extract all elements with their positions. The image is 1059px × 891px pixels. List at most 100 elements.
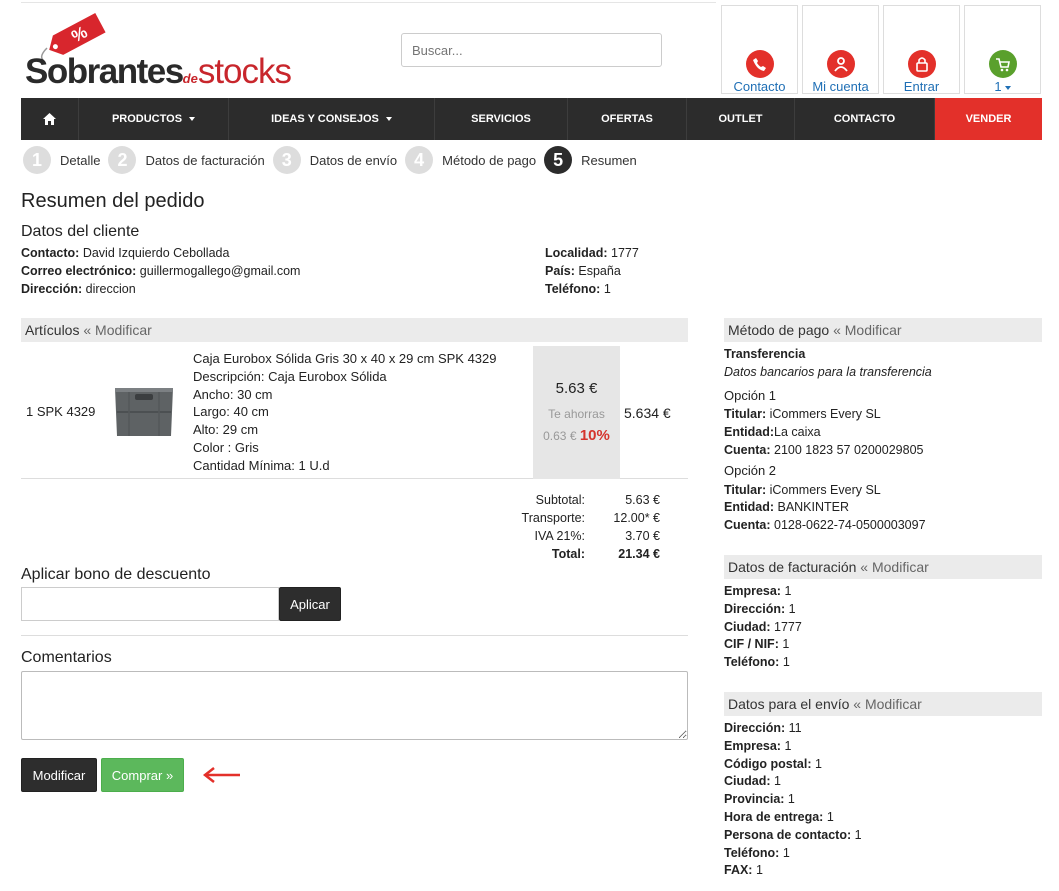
shipping-modify-link[interactable]: « Modificar [853,696,921,712]
payment-heading: Método de pago [728,322,830,338]
field-value: 1 [784,738,792,753]
payment-note: Datos bancarios para la transferencia [724,364,932,379]
article-qty-ref: 1 SPK 4329 [26,404,96,419]
customer-pais: País: España [545,262,639,280]
field-value: 1 [854,827,862,842]
field-label: Empresa: [724,738,781,753]
logo-text-de: de [182,71,198,86]
step-pago[interactable]: 4 Método de pago [405,146,536,174]
field-label: CIF / NIF: [724,637,779,652]
article-row: 1 SPK 4329 Caja Eurobox Sólida Gris 30 x… [21,346,688,479]
nav-home[interactable] [21,98,79,140]
article-cantidad: Cantidad Mínima: 1 U.d [193,457,330,473]
buy-button[interactable]: Comprar » [101,758,184,792]
step-number: 5 [544,146,573,174]
field-label: Provincia: [724,792,785,807]
step-number: 1 [23,146,51,174]
billing-header: Datos de facturación « Modificar [724,555,1042,579]
main-nav: PRODUCTOS IDEAS Y CONSEJOS SERVICIOS OFE… [21,98,1042,140]
field-label: Ciudad: [724,619,771,634]
quick-link-contacto[interactable]: Contacto [721,5,798,94]
nav-contacto[interactable]: CONTACTO [795,98,935,140]
search-input[interactable] [401,33,662,67]
totals-label: Total: [551,547,585,561]
customer-telefono: Teléfono: 1 [545,280,639,298]
totals-row-iva: IVA 21%: 3.70 € [500,527,661,545]
step-label: Datos de facturación [145,152,265,168]
field-value: 1 [782,637,790,652]
totals-row-subtotal: Subtotal: 5.63 € [500,491,660,509]
customer-info-left: Contacto: David Izquierdo Cebollada Corr… [21,244,300,298]
article-save-percent: 10% [579,427,610,444]
payment-header: Método de pago « Modificar [724,318,1042,342]
billing-row: Dirección: 1 [724,601,802,619]
quick-link-entrar[interactable]: Entrar [883,5,960,94]
cart-count: 1 [965,79,1040,94]
top-divider [21,2,716,3]
articles-modify-link[interactable]: « Modificar [83,322,151,338]
nav-servicios[interactable]: SERVICIOS [435,98,568,140]
logo-text-main: Sobrantes [25,52,184,91]
billing-row: CIF / NIF: 1 [724,636,802,654]
payment-cuenta-1: Cuenta: 2100 1823 57 0200029805 [724,442,932,460]
quick-link-cart[interactable]: 1 [964,5,1041,94]
nav-productos[interactable]: PRODUCTOS [79,98,229,140]
nav-label: PRODUCTOS [111,113,183,125]
payment-entidad-2: Entidad: BANKINTER [724,499,932,517]
arrow-left-icon [202,767,240,783]
article-discount: 0.63 € 10% [533,427,620,444]
payment-modify-link[interactable]: « Modificar [833,322,901,338]
comments-textarea[interactable] [21,671,688,740]
billing-details: Empresa: 1 Dirección: 1 Ciudad: 1777 CIF… [724,583,802,672]
field-value: 1 [788,601,796,616]
field-value: 1 [787,792,795,807]
quick-link-mi-cuenta[interactable]: Mi cuenta [802,5,879,94]
payment-option-2: Opción 2 [724,462,777,478]
step-envio[interactable]: 3 Datos de envío [272,146,397,174]
step-facturacion[interactable]: 2 Datos de facturación [108,146,265,174]
apply-discount-button[interactable]: Aplicar [279,587,341,621]
shipping-header: Datos para el envío « Modificar [724,692,1042,716]
site-logo[interactable]: % Sobrantesdestocks [25,8,295,92]
field-value: 1 [784,584,792,598]
customer-heading: Datos del cliente [21,223,140,240]
field-value: 1 [782,845,790,860]
field-label: Ciudad: [724,774,771,789]
nav-ideas-y-consejos[interactable]: IDEAS Y CONSEJOS [229,98,435,140]
field-label: Localidad: [545,246,608,260]
modify-button[interactable]: Modificar [21,758,97,792]
field-label: Teléfono: [724,655,780,670]
lock-icon [907,50,936,78]
discount-code-input[interactable] [21,587,279,621]
field-label: Contacto: [21,246,80,260]
nav-vender[interactable]: VENDER [935,98,1042,140]
payment-titular-1: Titular: iCommers Every SL [724,406,932,424]
chevron-down-icon [189,117,196,121]
payment-cuenta-2: Cuenta: 0128-0622-74-0500003097 [724,517,932,535]
article-save-label: Te ahorras [548,407,605,421]
shipping-row: FAX: 1 [724,862,862,880]
field-label: Dirección: [724,601,786,616]
article-description: Caja Eurobox Sólida Gris 30 x 40 x 29 cm… [193,350,497,475]
billing-heading: Datos de facturación [728,559,857,575]
user-icon [826,50,855,78]
field-value: David Izquierdo Cebollada [82,246,230,260]
field-value: 1 [826,809,834,824]
page-title: Resumen del pedido [21,190,205,212]
field-value: 2100 1823 57 0200029805 [774,442,924,457]
customer-direccion: Dirección: direccion [21,280,300,298]
totals-label: Subtotal: [535,493,585,507]
step-detalle[interactable]: 1 Detalle [23,146,100,174]
billing-row: Ciudad: 1777 [724,619,802,637]
nav-outlet[interactable]: OUTLET [687,98,795,140]
payment-method: Transferencia [724,347,806,361]
field-label: Teléfono: [724,845,780,860]
article-line-total: 5.634 € [624,405,671,421]
cart-icon [988,50,1017,78]
articles-heading: Artículos [25,322,80,338]
billing-modify-link[interactable]: « Modificar [860,559,928,575]
field-label: País: [545,264,575,278]
article-price: 5.63 € [555,380,598,397]
field-value: 0128-0622-74-0500003097 [774,518,926,533]
nav-ofertas[interactable]: OFERTAS [568,98,687,140]
